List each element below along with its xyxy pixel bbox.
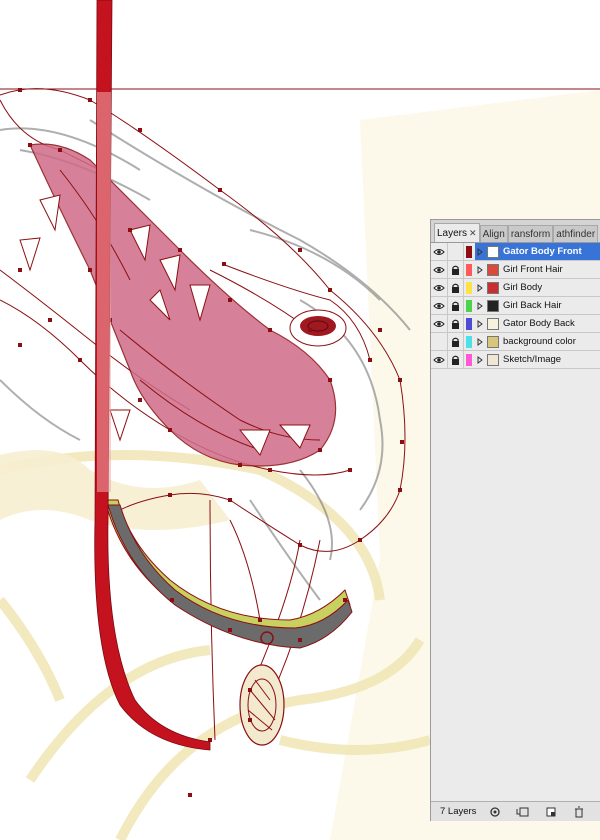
lock-icon[interactable] [448, 297, 464, 314]
layer-row[interactable]: Sketch/Image [431, 351, 600, 369]
layer-name: Girl Back Hair [503, 300, 562, 311]
tab-align[interactable]: Align [479, 225, 508, 242]
lock-icon[interactable] [448, 261, 464, 278]
visibility-eye-icon[interactable] [431, 243, 448, 260]
layer-name: Sketch/Image [503, 354, 562, 365]
layer-name-area[interactable]: Girl Back Hair [475, 297, 600, 314]
layer-thumbnail [487, 263, 499, 276]
layer-row[interactable]: Gator Body Front [431, 243, 600, 261]
layer-thumbnail [487, 245, 499, 258]
layer-name: background color [503, 336, 576, 347]
lock-icon[interactable] [448, 279, 464, 296]
layer-color-swatch [466, 335, 472, 348]
tab-pathfinder[interactable]: athfinder [553, 225, 599, 242]
layer-name: Gator Body Front [503, 246, 582, 257]
visibility-eye-icon[interactable] [431, 279, 448, 296]
create-new-layer-icon[interactable] [544, 806, 558, 818]
expand-triangle-icon[interactable] [475, 265, 485, 274]
layer-row[interactable]: Gator Body Back [431, 315, 600, 333]
visibility-eye-icon[interactable] [431, 351, 448, 368]
layer-name: Girl Body [503, 282, 543, 293]
layer-color-swatch [466, 299, 472, 312]
layer-thumbnail [487, 281, 499, 294]
layers-list: Gator Body Front Girl Front Hair Girl Body… [431, 243, 600, 369]
layers-panel: Layers ✕ Align ransform athfinder Gator B… [430, 219, 600, 821]
expand-triangle-icon[interactable] [475, 319, 485, 328]
layer-name-area[interactable]: background color [475, 333, 600, 350]
layer-row[interactable]: Girl Front Hair [431, 261, 600, 279]
layer-name: Gator Body Back [503, 318, 575, 329]
layer-color-swatch [466, 263, 472, 276]
expand-triangle-icon[interactable] [475, 247, 485, 256]
layer-name-area[interactable]: Gator Body Back [475, 315, 600, 332]
layer-name-area[interactable]: Girl Body [475, 279, 600, 296]
layer-thumbnail [487, 353, 499, 366]
visibility-eye-icon[interactable] [431, 333, 448, 350]
gator-eye [289, 309, 347, 347]
visibility-eye-icon[interactable] [431, 315, 448, 332]
layer-name: Girl Front Hair [503, 264, 563, 275]
tab-transform[interactable]: ransform [507, 225, 554, 242]
layer-row[interactable]: background color [431, 333, 600, 351]
visibility-eye-icon[interactable] [431, 297, 448, 314]
layer-name-area[interactable]: Sketch/Image [475, 351, 600, 368]
expand-triangle-icon[interactable] [475, 283, 485, 292]
tab-layers[interactable]: Layers ✕ [434, 223, 480, 242]
layer-thumbnail [487, 317, 499, 330]
layer-row[interactable]: Girl Back Hair [431, 297, 600, 315]
make-clipping-mask-icon[interactable] [488, 806, 502, 818]
panel-footer: 7 Layers [431, 801, 600, 821]
close-icon[interactable]: ✕ [469, 228, 477, 238]
lock-icon[interactable] [448, 333, 464, 350]
layer-name-area[interactable]: Girl Front Hair [475, 261, 600, 278]
layer-name-area[interactable]: Gator Body Front [475, 243, 600, 260]
lock-icon[interactable] [448, 315, 464, 332]
layer-color-swatch [466, 353, 472, 366]
delete-layer-icon[interactable] [572, 806, 586, 818]
layer-row[interactable]: Girl Body [431, 279, 600, 297]
expand-triangle-icon[interactable] [475, 337, 485, 346]
layer-color-swatch [466, 281, 472, 294]
visibility-eye-icon[interactable] [431, 261, 448, 278]
layer-thumbnail [487, 299, 499, 312]
create-new-sublayer-icon[interactable] [516, 806, 530, 818]
tab-layers-label: Layers [437, 228, 468, 239]
layer-color-swatch [466, 317, 472, 330]
layer-color-swatch [466, 245, 472, 258]
lock-icon[interactable] [448, 351, 464, 368]
layer-thumbnail [487, 335, 499, 348]
expand-triangle-icon[interactable] [475, 355, 485, 364]
expand-triangle-icon[interactable] [475, 301, 485, 310]
layer-count: 7 Layers [440, 806, 477, 817]
panel-tab-bar: Layers ✕ Align ransform athfinder [431, 220, 600, 243]
lock-icon[interactable] [448, 243, 464, 260]
